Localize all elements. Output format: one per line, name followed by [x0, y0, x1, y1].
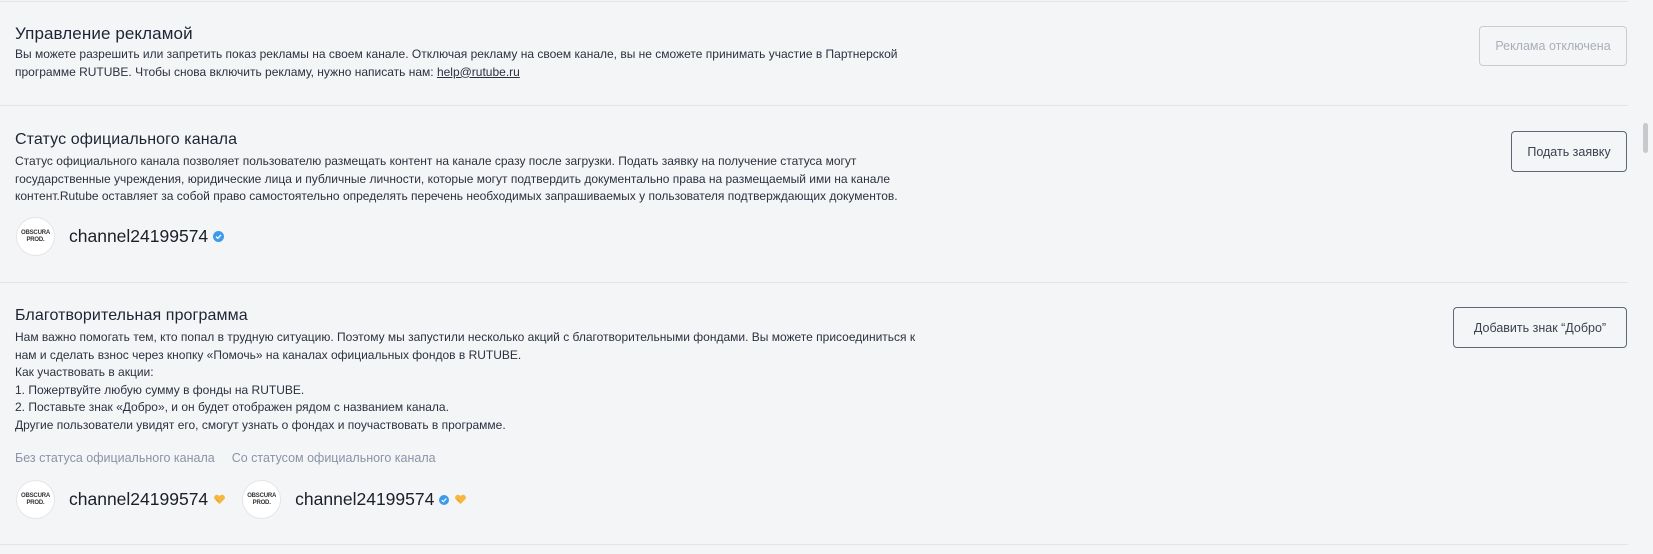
avatar: OBSCURA PROD.: [16, 480, 55, 519]
apply-button[interactable]: Подать заявку: [1511, 131, 1627, 172]
add-dobro-badge-button[interactable]: Добавить знак “Добро”: [1453, 307, 1627, 348]
ads-disabled-button[interactable]: Реклама отключена: [1479, 26, 1627, 66]
scrollbar-thumb[interactable]: [1643, 123, 1648, 153]
official-desc-line: государственные учреждения, юридические …: [15, 171, 891, 186]
channel-name: channel24199574: [69, 489, 209, 509]
charity-section: Благотворительная программа Нам важно по…: [15, 307, 1627, 527]
channel-previews: OBSCURA PROD. channel24199574 OBSCURA PR…: [16, 480, 467, 519]
divider: [0, 282, 1628, 283]
official-desc-line: контент.Rutube оставляет за собой право …: [15, 189, 898, 203]
ads-title: Управление рекламой: [15, 24, 193, 43]
avatar-text: PROD.: [252, 499, 271, 506]
ads-desc-line: программе RUTUBE. Чтобы снова включить р…: [15, 64, 1627, 82]
ads-desc-text: программе RUTUBE. Чтобы снова включить р…: [15, 64, 437, 79]
channel-preview-without-official: OBSCURA PROD. channel24199574: [16, 480, 226, 519]
charity-desc-line: 2. Поставьте знак «Добро», и он будет от…: [15, 400, 449, 414]
channel-name: channel24199574: [295, 489, 435, 509]
avatar-text: OBSCURA: [247, 492, 277, 499]
avatar-text: OBSCURA: [21, 229, 50, 236]
settings-page: Управление рекламой Вы можете разрешить …: [0, 0, 1653, 554]
ads-description: Вы можете разрешить или запретить показ …: [15, 46, 1627, 81]
divider: [0, 105, 1628, 106]
avatar-text: PROD.: [26, 236, 45, 243]
charity-title: Благотворительная программа: [15, 307, 248, 324]
preview-tabs: Без статуса официального канала Со стату…: [15, 451, 436, 465]
avatar: OBSCURA PROD.: [16, 217, 55, 256]
verified-icon: [213, 231, 225, 242]
channel-preview-with-official: OBSCURA PROD. channel24199574: [242, 480, 467, 519]
charity-description: Нам важно помогать тем, кто попал в труд…: [15, 329, 1627, 434]
charity-desc-line: Другие пользователи увидят его, смогут у…: [15, 417, 506, 432]
avatar-text: PROD.: [26, 499, 45, 506]
official-title: Статус официального канала: [15, 131, 238, 148]
dobro-heart-icon: [455, 494, 467, 505]
ads-desc-line: Вы можете разрешить или запретить показ …: [15, 47, 898, 61]
channel-preview: OBSCURA PROD. channel24199574: [16, 217, 225, 256]
official-status-section: Статус официального канала Статус официа…: [15, 131, 1627, 261]
channel-name: channel24199574: [69, 226, 209, 246]
tab-with-official[interactable]: Со статусом официального канала: [232, 451, 436, 465]
charity-desc-line: 1. Пожертвуйте любую сумму в фонды на RU…: [15, 382, 305, 397]
charity-desc-line: Как участвовать в акции:: [15, 365, 154, 379]
charity-desc-line: нам и сделать взнос через кнопку «Помочь…: [15, 347, 522, 362]
tab-without-official[interactable]: Без статуса официального канала: [15, 451, 215, 465]
official-description: Статус официального канала позволяет пол…: [15, 153, 1627, 206]
divider: [0, 1, 1628, 2]
avatar: OBSCURA PROD.: [242, 480, 282, 519]
ads-section: Управление рекламой Вы можете разрешить …: [15, 24, 1627, 84]
avatar-text: OBSCURA: [21, 492, 50, 499]
support-email-link[interactable]: help@rutube.ru: [437, 65, 520, 79]
verified-icon: [439, 494, 450, 505]
divider: [0, 544, 1628, 545]
dobro-heart-icon: [214, 494, 226, 505]
charity-desc-line: Нам важно помогать тем, кто попал в труд…: [15, 330, 916, 344]
official-desc-line: Статус официального канала позволяет пол…: [15, 154, 857, 168]
